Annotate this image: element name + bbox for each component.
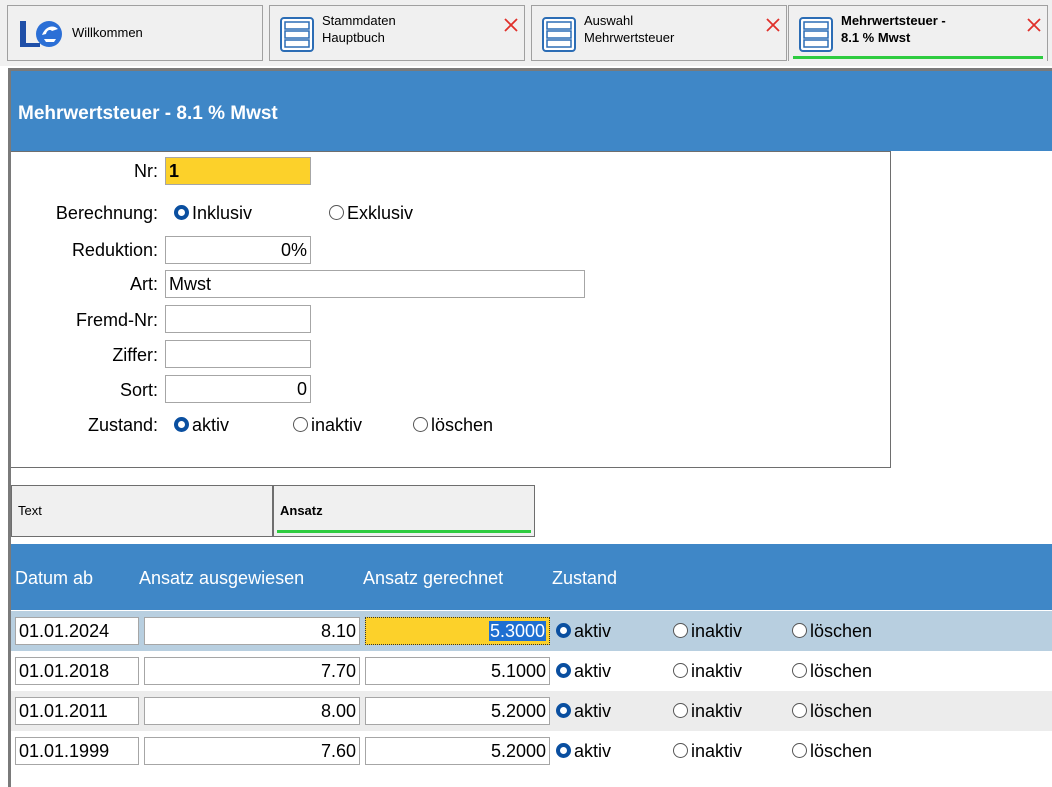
active-subtab-indicator xyxy=(277,530,531,533)
app-logo-icon xyxy=(20,21,62,47)
tab-label: Mehrwertsteuer - 8.1 % Mwst xyxy=(841,13,946,45)
tab-stammdaten-hauptbuch[interactable]: Stammdaten Hauptbuch xyxy=(269,5,525,61)
radio-unselected-icon xyxy=(792,623,807,638)
zustand-inaktiv-radio[interactable]: inaktiv xyxy=(673,741,742,762)
ausgewiesen-cell[interactable]: 7.70 xyxy=(144,657,360,685)
ziffer-label: Ziffer: xyxy=(112,345,158,365)
zustand-loeschen-radio[interactable]: löschen xyxy=(792,661,872,682)
zustand-inaktiv-radio[interactable]: inaktiv xyxy=(673,621,742,642)
gerechnet-cell[interactable]: 5.2000 xyxy=(365,737,550,765)
zustand-aktiv-radio[interactable]: aktiv xyxy=(174,415,229,436)
record-form: Nr: 1 Berechnung: Inklusiv Exklusiv Redu… xyxy=(11,151,891,468)
subtab-label: Ansatz xyxy=(280,503,323,518)
tab-auswahl-mehrwertsteuer[interactable]: Auswahl Mehrwertsteuer xyxy=(531,5,787,61)
record-panel: Mehrwertsteuer - 8.1 % Mwst Nr: 1 Berech… xyxy=(8,68,1052,787)
art-label: Art: xyxy=(129,274,158,294)
table-row[interactable]: 01.01.2018 7.70 5.1000 aktiv inaktiv lös… xyxy=(11,651,1052,691)
gerechnet-cell[interactable]: 5.3000 xyxy=(365,617,550,645)
radio-selected-icon xyxy=(174,205,189,220)
gerechnet-cell[interactable]: 5.2000 xyxy=(365,697,550,725)
active-tab-indicator xyxy=(793,56,1043,59)
zustand-loeschen-radio[interactable]: löschen xyxy=(792,621,872,642)
ausgewiesen-cell[interactable]: 8.10 xyxy=(144,617,360,645)
column-header-datum: Datum ab xyxy=(15,568,94,588)
tab-mehrwertsteuer-active[interactable]: Mehrwertsteuer - 8.1 % Mwst xyxy=(788,5,1048,61)
zustand-inaktiv-radio[interactable]: inaktiv xyxy=(293,415,362,436)
cabinet-icon xyxy=(280,17,314,52)
radio-selected-icon xyxy=(556,743,571,758)
datum-cell[interactable]: 01.01.2011 xyxy=(15,697,139,725)
sort-label: Sort: xyxy=(119,380,158,400)
radio-unselected-icon xyxy=(673,663,688,678)
art-field[interactable]: Mwst xyxy=(165,270,585,298)
radio-unselected-icon xyxy=(673,743,688,758)
close-tab-icon[interactable] xyxy=(1026,17,1042,33)
column-header-zustand: Zustand xyxy=(552,568,618,588)
cabinet-icon xyxy=(542,17,576,52)
radio-unselected-icon xyxy=(293,417,308,432)
radio-unselected-icon xyxy=(673,623,688,638)
page-header: Mehrwertsteuer - 8.1 % Mwst xyxy=(11,71,1052,151)
ansatz-table-header: Datum ab Ansatz ausgewiesen Ansatz gerec… xyxy=(11,544,1052,610)
close-tab-icon[interactable] xyxy=(503,17,519,33)
zustand-aktiv-radio[interactable]: aktiv xyxy=(556,741,611,762)
tab-label: Stammdaten Hauptbuch xyxy=(322,13,396,45)
zustand-inaktiv-radio[interactable]: inaktiv xyxy=(673,661,742,682)
berechnung-inklusiv-radio[interactable]: Inklusiv xyxy=(174,203,252,224)
tab-label: Auswahl Mehrwertsteuer xyxy=(584,13,675,45)
gerechnet-cell[interactable]: 5.1000 xyxy=(365,657,550,685)
close-tab-icon[interactable] xyxy=(765,17,781,33)
radio-selected-icon xyxy=(556,703,571,718)
sort-field[interactable]: 0 xyxy=(165,375,311,403)
cabinet-icon xyxy=(799,17,833,52)
subtab-label: Text xyxy=(18,503,42,518)
table-row[interactable]: 01.01.2011 8.00 5.2000 aktiv inaktiv lös… xyxy=(11,691,1052,731)
tab-willkommen[interactable]: Willkommen xyxy=(7,5,263,61)
column-header-gerechnet: Ansatz gerechnet xyxy=(363,568,504,588)
tab-label: Willkommen xyxy=(72,25,143,40)
berechnung-label: Berechnung: xyxy=(55,203,158,223)
radio-selected-icon xyxy=(556,663,571,678)
berechnung-exklusiv-radio[interactable]: Exklusiv xyxy=(329,203,413,224)
radio-unselected-icon xyxy=(792,743,807,758)
radio-unselected-icon xyxy=(329,205,344,220)
fremd-nr-label: Fremd-Nr: xyxy=(76,310,158,330)
document-tab-bar: Willkommen Stammdaten Hauptbuch Auswahl … xyxy=(0,0,1052,66)
reduktion-label: Reduktion: xyxy=(71,240,158,260)
zustand-inaktiv-radio[interactable]: inaktiv xyxy=(673,701,742,722)
selected-text: 5.3000 xyxy=(488,621,546,641)
datum-cell[interactable]: 01.01.1999 xyxy=(15,737,139,765)
zustand-loeschen-radio[interactable]: löschen xyxy=(792,701,872,722)
datum-cell[interactable]: 01.01.2024 xyxy=(15,617,139,645)
radio-unselected-icon xyxy=(792,663,807,678)
page-title: Mehrwertsteuer - 8.1 % Mwst xyxy=(18,103,278,124)
zustand-label: Zustand: xyxy=(87,415,158,435)
subtab-ansatz[interactable]: Ansatz xyxy=(273,485,535,537)
table-row[interactable]: 01.01.1999 7.60 5.2000 aktiv inaktiv lös… xyxy=(11,731,1052,771)
table-row[interactable]: 01.01.2024 8.10 5.3000 aktiv inaktiv lös… xyxy=(11,611,1052,651)
column-header-ausgewiesen: Ansatz ausgewiesen xyxy=(139,568,305,588)
ausgewiesen-cell[interactable]: 8.00 xyxy=(144,697,360,725)
radio-unselected-icon xyxy=(673,703,688,718)
datum-cell[interactable]: 01.01.2018 xyxy=(15,657,139,685)
radio-selected-icon xyxy=(174,417,189,432)
zustand-loeschen-radio[interactable]: löschen xyxy=(413,415,493,436)
radio-selected-icon xyxy=(556,623,571,638)
radio-unselected-icon xyxy=(792,703,807,718)
ausgewiesen-cell[interactable]: 7.60 xyxy=(144,737,360,765)
nr-label: Nr: xyxy=(134,161,158,181)
nr-field[interactable]: 1 xyxy=(165,157,311,185)
zustand-aktiv-radio[interactable]: aktiv xyxy=(556,701,611,722)
fremd-nr-field[interactable] xyxy=(165,305,311,333)
zustand-aktiv-radio[interactable]: aktiv xyxy=(556,661,611,682)
subtab-text[interactable]: Text xyxy=(11,485,273,537)
ziffer-field[interactable] xyxy=(165,340,311,368)
zustand-aktiv-radio[interactable]: aktiv xyxy=(556,621,611,642)
radio-unselected-icon xyxy=(413,417,428,432)
zustand-loeschen-radio[interactable]: löschen xyxy=(792,741,872,762)
reduktion-field[interactable]: 0% xyxy=(165,236,311,264)
